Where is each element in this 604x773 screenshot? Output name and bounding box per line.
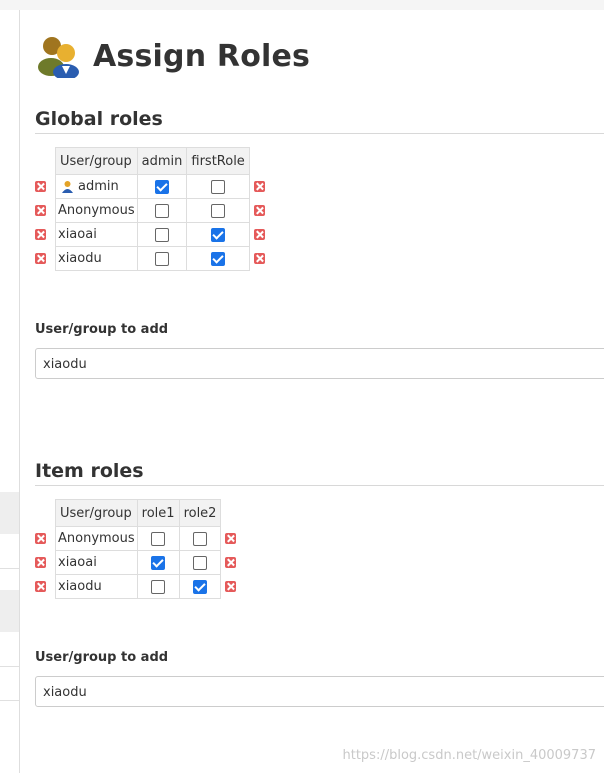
table-row: xiaodu — [35, 246, 270, 271]
column-header: role1 — [136, 499, 180, 527]
delete-row-icon[interactable] — [253, 229, 265, 240]
delete-row-icon[interactable] — [253, 253, 265, 264]
delete-row-icon[interactable] — [35, 181, 46, 192]
role-checkbox[interactable] — [211, 227, 226, 242]
user-name: xiaoai — [58, 555, 97, 570]
user-name: Anonymous — [58, 203, 135, 218]
delete-row-icon[interactable] — [253, 205, 265, 216]
item-roles-table: User/group role1 role2 Anonymous xiaoai xi… — [35, 499, 241, 599]
table-row: xiaoai — [35, 222, 270, 247]
page-title: Assign Roles — [93, 38, 311, 74]
user-name: Anonymous — [58, 531, 135, 546]
top-bar — [0, 0, 604, 10]
column-header: User/group — [55, 147, 138, 175]
delete-row-icon[interactable] — [35, 253, 46, 264]
delete-row-icon[interactable] — [35, 557, 46, 568]
role-checkbox[interactable] — [155, 179, 170, 194]
column-header: firstRole — [186, 147, 250, 175]
table-row: admin — [35, 174, 270, 199]
role-checkbox[interactable] — [193, 531, 208, 546]
global-user-group-input[interactable]: xiaodu — [35, 348, 604, 379]
delete-row-icon[interactable] — [35, 581, 46, 592]
user-name: xiaoai — [58, 227, 97, 242]
sidebar-item[interactable] — [0, 590, 19, 632]
sidebar-divider — [0, 568, 19, 569]
delete-row-icon[interactable] — [35, 533, 46, 544]
item-add-label: User/group to add — [35, 650, 169, 665]
role-checkbox[interactable] — [151, 579, 166, 594]
role-checkbox[interactable] — [193, 579, 208, 594]
table-row: xiaodu — [35, 574, 241, 599]
user-name: xiaodu — [58, 251, 102, 266]
delete-row-icon[interactable] — [35, 205, 46, 216]
role-checkbox[interactable] — [211, 203, 226, 218]
sidebar — [0, 10, 20, 773]
table-row: Anonymous — [35, 198, 270, 223]
section-divider — [35, 485, 604, 486]
roles-icon — [38, 34, 82, 80]
delete-row-icon[interactable] — [35, 229, 46, 240]
table-row: xiaoai — [35, 550, 241, 575]
delete-row-icon[interactable] — [253, 181, 265, 192]
item-roles-header: Item roles — [35, 460, 144, 482]
delete-row-icon[interactable] — [225, 557, 237, 568]
page-header: Assign Roles — [38, 34, 311, 80]
column-header: role2 — [178, 499, 222, 527]
column-header: admin — [136, 147, 188, 175]
role-checkbox[interactable] — [193, 555, 208, 570]
user-icon — [61, 180, 74, 193]
role-checkbox[interactable] — [155, 251, 170, 266]
sidebar-item[interactable] — [0, 492, 19, 534]
role-checkbox[interactable] — [211, 179, 226, 194]
sidebar-divider — [0, 666, 19, 667]
user-name: xiaodu — [58, 579, 102, 594]
global-roles-table: User/group admin firstRole admin Anonymou… — [35, 147, 270, 271]
watermark: https://blog.csdn.net/weixin_40009737 — [342, 748, 596, 763]
table-row: Anonymous — [35, 526, 241, 551]
role-checkbox[interactable] — [151, 555, 166, 570]
delete-row-icon[interactable] — [225, 533, 237, 544]
global-roles-header: Global roles — [35, 108, 163, 130]
role-checkbox[interactable] — [155, 227, 170, 242]
column-header: User/group — [55, 499, 138, 527]
sidebar-divider — [0, 700, 19, 701]
item-user-group-input[interactable]: xiaodu — [35, 676, 604, 707]
section-divider — [35, 133, 604, 134]
delete-row-icon[interactable] — [225, 581, 237, 592]
user-name: admin — [78, 179, 119, 194]
role-checkbox[interactable] — [155, 203, 170, 218]
role-checkbox[interactable] — [211, 251, 226, 266]
global-add-label: User/group to add — [35, 322, 169, 337]
role-checkbox[interactable] — [151, 531, 166, 546]
